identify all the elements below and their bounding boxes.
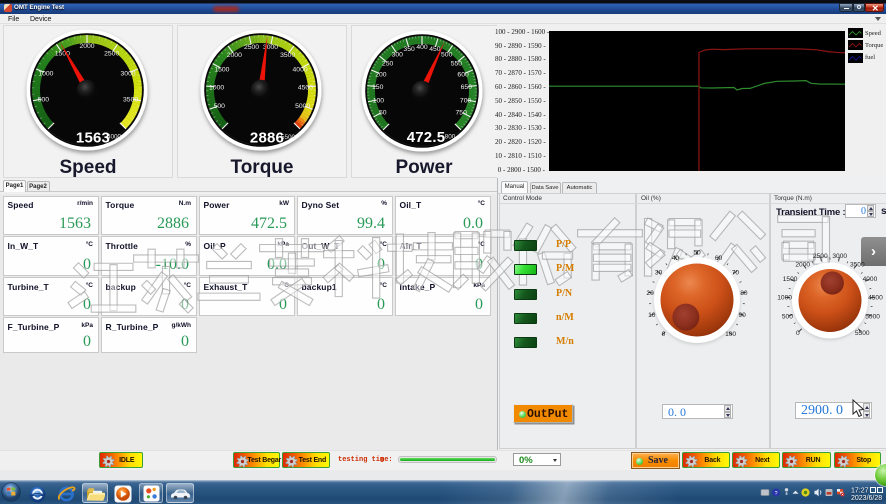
- svg-text:3000: 3000: [832, 253, 847, 260]
- svg-text:4000: 4000: [863, 276, 878, 283]
- svg-text:1500: 1500: [783, 276, 798, 283]
- svg-text:0: 0: [796, 330, 800, 337]
- svg-text:5500: 5500: [855, 330, 870, 337]
- svg-text:2500: 2500: [813, 253, 828, 260]
- svg-text:3500: 3500: [850, 261, 865, 268]
- svg-text:500: 500: [782, 314, 793, 321]
- svg-text:5000: 5000: [865, 314, 880, 321]
- svg-text:4500: 4500: [868, 295, 883, 302]
- svg-text:1000: 1000: [777, 295, 792, 302]
- svg-text:2000: 2000: [795, 261, 810, 268]
